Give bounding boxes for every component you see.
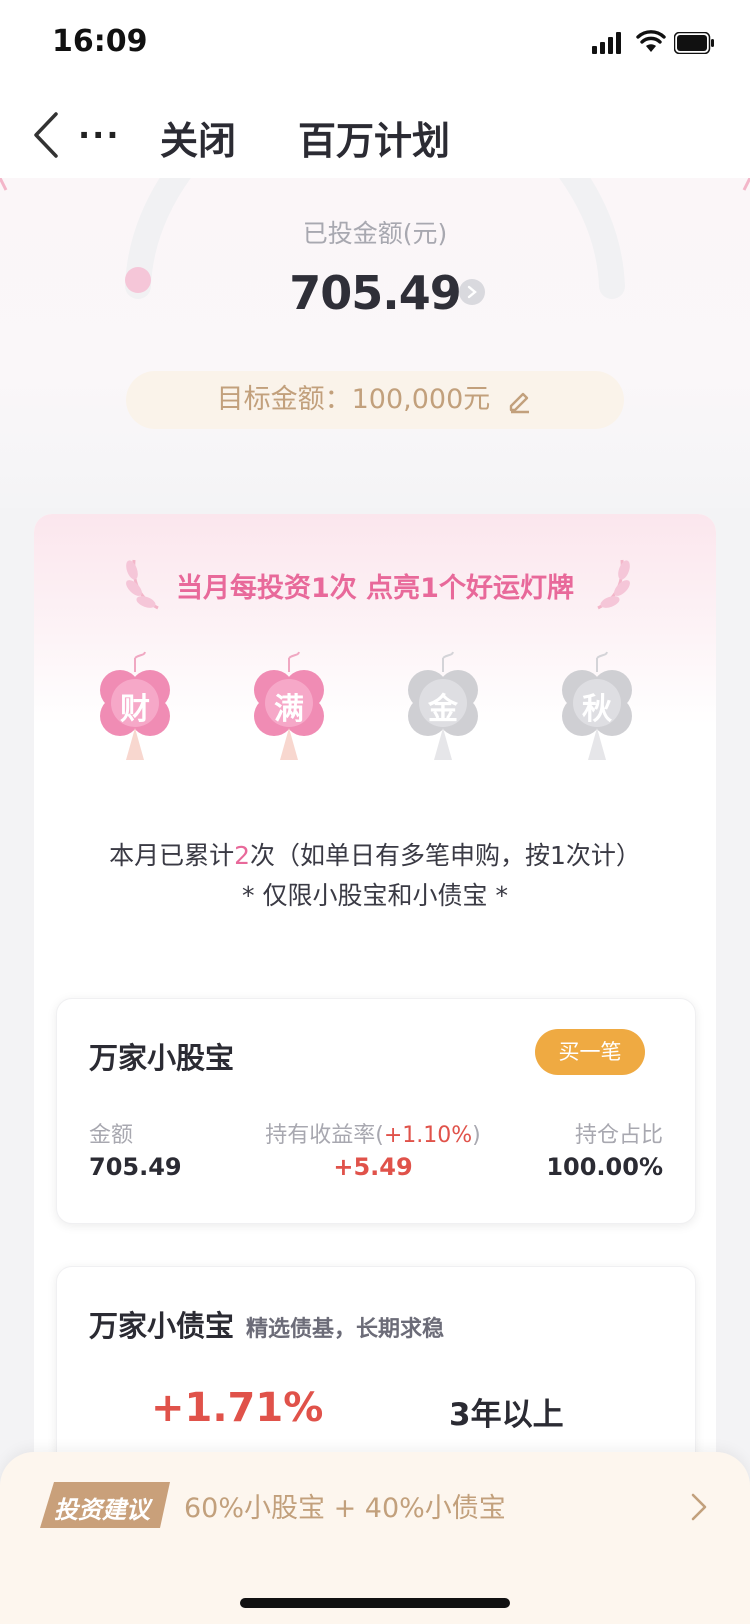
fund-name: 万家小债宝 [89, 1309, 235, 1343]
status-bar: 16:09 [0, 0, 750, 88]
laurel-right-icon [597, 559, 630, 610]
chevron-right-icon [691, 1493, 707, 1521]
lantern-char: 满 [274, 692, 304, 727]
count-suffix: 次（如单日有多笔申购，按1次计） [250, 841, 641, 870]
lantern-lit: 满 [244, 648, 334, 778]
wifi-icon [636, 30, 666, 52]
lantern-unlit: 金 [398, 648, 488, 778]
bond-rate: +1.71% [151, 1385, 324, 1431]
fund-card-stock[interactable]: 万家小股宝 买一笔 金额 705.49 持有收益率(+1.10%) +5.49 … [56, 998, 696, 1224]
lantern-char: 秋 [582, 692, 612, 727]
amount-value: 705.49 [89, 1153, 182, 1181]
more-menu-button[interactable]: ... [78, 108, 120, 146]
home-indicator[interactable] [240, 1598, 510, 1608]
count-prefix: 本月已累计 [109, 841, 235, 870]
edit-pencil-icon [510, 392, 530, 413]
status-time: 16:09 [52, 24, 148, 59]
yield-value: +5.49 [333, 1153, 413, 1181]
invested-amount-label: 已投金额(元) [302, 219, 448, 248]
lantern-lit: 财 [90, 648, 180, 778]
cellular-signal-icon [592, 32, 624, 54]
yield-label: 持有收益率(+1.10%) [253, 1117, 493, 1149]
close-button[interactable]: 关闭 [160, 110, 236, 165]
yield-label-close: ) [472, 1123, 481, 1148]
advice-tag-label: 投资建议 [54, 1496, 150, 1524]
buy-button[interactable]: 买一笔 [535, 1029, 645, 1075]
fund-name-row: 万家小债宝 精选债基，长期求稳 [89, 1303, 444, 1345]
amount-label: 金额 [89, 1123, 134, 1148]
yield-label-text: 持有收益率( [265, 1123, 384, 1148]
page-title: 百万计划 [298, 119, 451, 163]
fund-name: 万家小股宝 [89, 1041, 235, 1075]
limit-note: * 仅限小股宝和小债宝 * [242, 881, 508, 910]
target-amount-text: 目标金额：100,000元 [216, 384, 491, 415]
holding-period: 3年以上 [449, 1397, 564, 1433]
lantern-char: 金 [428, 692, 458, 727]
target-amount-pill[interactable]: 目标金额：100,000元 [126, 371, 624, 429]
lantern-unlit: 秋 [552, 648, 642, 778]
advice-text: 60%小股宝 + 40%小债宝 [184, 1493, 506, 1524]
nav-bar: ... 关闭 百万计划 [0, 88, 750, 178]
fund-subtitle: 精选债基，长期求稳 [246, 1317, 445, 1342]
ratio-value: 100.00% [546, 1153, 663, 1181]
investment-summary: 已投金额(元) 705.49 目标金额：100,000元 [0, 178, 750, 508]
count-number: 2 [234, 841, 250, 870]
ratio-label: 持仓占比 [574, 1123, 663, 1148]
invested-amount-value: 705.49 [289, 266, 462, 320]
battery-icon [674, 32, 714, 54]
bottom-safe-area [0, 1556, 750, 1624]
back-arrow-icon[interactable] [30, 108, 64, 162]
monthly-count-text: 本月已累计2次（如单日有多笔申购，按1次计） [34, 836, 716, 872]
yield-rate: +1.10% [383, 1123, 473, 1148]
lantern-char: 财 [120, 692, 150, 727]
invested-detail-arrow-icon[interactable] [459, 279, 485, 305]
investment-advice-bar[interactable]: 投资建议 60%小股宝 + 40%小债宝 [0, 1452, 750, 1556]
